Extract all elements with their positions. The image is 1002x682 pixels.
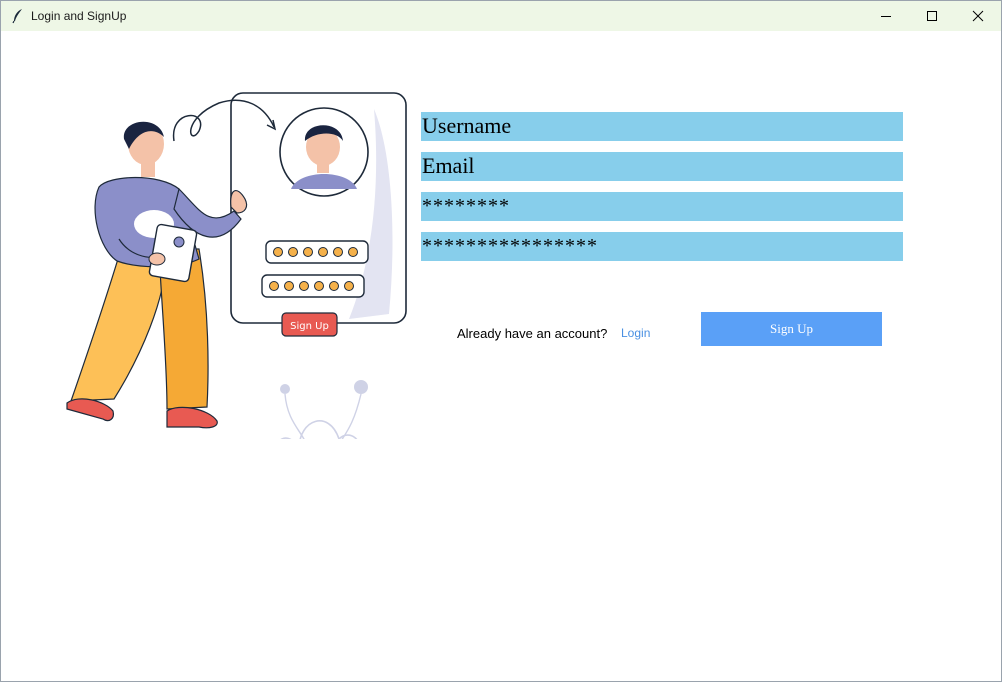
close-icon — [972, 10, 984, 22]
username-field[interactable]: Username — [421, 112, 903, 141]
password-field[interactable]: ******** — [421, 192, 903, 221]
title-bar[interactable]: Login and SignUp — [1, 1, 1001, 31]
close-button[interactable] — [955, 1, 1001, 31]
app-window: Login and SignUp Sign Up Username Email … — [0, 0, 1002, 682]
window-title: Login and SignUp — [31, 9, 127, 23]
minimize-icon — [881, 16, 891, 17]
confirm-password-field[interactable]: **************** — [421, 232, 903, 261]
main-content: Sign Up Username Email ******** ********… — [1, 31, 1001, 681]
signup-button[interactable]: Sign Up — [701, 312, 882, 346]
maximize-icon — [927, 11, 937, 21]
email-field[interactable]: Email — [421, 152, 903, 181]
illustration-signup-label: Sign Up — [290, 321, 329, 332]
feather-icon — [11, 8, 25, 24]
signup-illustration: Sign Up — [66, 92, 407, 439]
maximize-button[interactable] — [909, 1, 955, 31]
login-link[interactable]: Login — [621, 326, 650, 340]
already-account-label: Already have an account? — [457, 326, 608, 341]
minimize-button[interactable] — [863, 1, 909, 31]
